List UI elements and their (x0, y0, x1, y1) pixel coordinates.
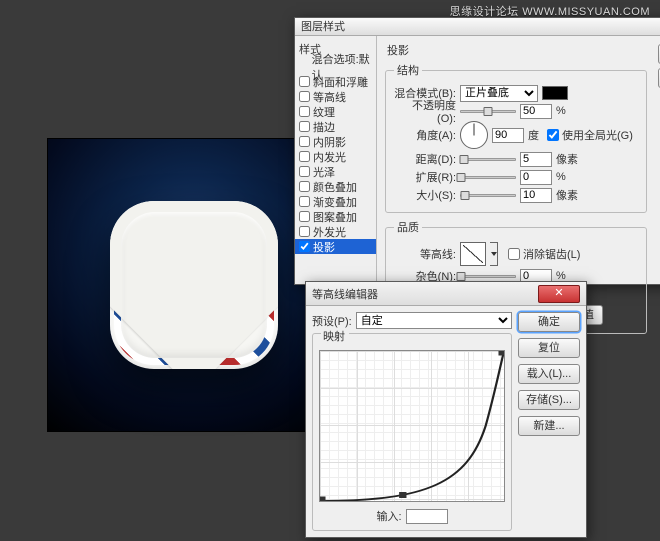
style-option-label: 投影 (313, 239, 335, 255)
style-checkbox-gradoverlay[interactable] (299, 196, 310, 207)
chevron-down-icon (491, 252, 497, 256)
style-option-label: 内发光 (313, 149, 346, 165)
contour-dropdown-button[interactable] (490, 242, 498, 266)
style-option-innerglow[interactable]: 内发光 (295, 149, 376, 164)
ok-button[interactable]: 确定 (518, 312, 580, 332)
angle-label: 角度(A): (394, 127, 456, 143)
close-button[interactable]: ✕ (538, 285, 580, 303)
page-watermark: 思缘设计论坛 WWW.MISSYUAN.COM (450, 3, 650, 19)
preset-label: 预设(P): (312, 313, 352, 329)
curve-canvas[interactable] (319, 350, 505, 502)
layer-style-title: 图层样式 (295, 18, 660, 36)
shadow-color-swatch[interactable] (542, 86, 568, 100)
opacity-label: 不透明度(O): (394, 97, 456, 125)
distance-unit: 像素 (556, 151, 578, 167)
style-option-innershadow[interactable]: 内阴影 (295, 134, 376, 149)
style-option-bevel[interactable]: 斜面和浮雕 (295, 74, 376, 89)
style-checkbox-innershadow[interactable] (299, 136, 310, 147)
angle-unit: 度 (528, 127, 539, 143)
angle-input[interactable] (492, 128, 524, 143)
mapping-group: 映射 输入: (312, 333, 512, 531)
style-option-label: 光泽 (313, 164, 335, 180)
style-option-label: 内阴影 (313, 134, 346, 150)
style-option-texture[interactable]: 纹理 (295, 104, 376, 119)
size-unit: 像素 (556, 187, 578, 203)
style-list: 样式 混合选项:默认斜面和浮雕等高线纹理描边内阴影内发光光泽颜色叠加渐变叠加图案… (295, 36, 377, 284)
contour-editor-dialog: 等高线编辑器 ✕ 预设(P): 自定 映射 (305, 281, 587, 538)
anti-alias-label: 消除锯齿(L) (523, 246, 580, 262)
curve-input-field[interactable] (406, 509, 448, 524)
preset-select[interactable]: 自定 (356, 312, 512, 329)
style-checkbox-contourFx[interactable] (299, 91, 310, 102)
style-option-patoverlay[interactable]: 图案叠加 (295, 209, 376, 224)
global-light-label: 使用全局光(G) (562, 127, 633, 143)
layer-style-main: 投影 结构 混合模式(B): 正片叠底 不透明度(O): % (377, 36, 655, 284)
style-checkbox-dropshadow[interactable] (299, 241, 310, 252)
size-label: 大小(S): (394, 187, 456, 203)
style-checkbox-innerglow[interactable] (299, 151, 310, 162)
spread-unit: % (556, 171, 566, 183)
new-button[interactable]: 新建... (518, 416, 580, 436)
layer-style-dialog: 图层样式 样式 混合选项:默认斜面和浮雕等高线纹理描边内阴影内发光光泽颜色叠加渐… (294, 17, 660, 285)
style-option-satin[interactable]: 光泽 (295, 164, 376, 179)
style-checkbox-texture[interactable] (299, 106, 310, 117)
style-option-coloroverlay[interactable]: 颜色叠加 (295, 179, 376, 194)
contour-titlebar[interactable]: 等高线编辑器 ✕ (306, 282, 586, 306)
style-option-label: 描边 (313, 119, 335, 135)
style-option-label: 斜面和浮雕 (313, 74, 368, 90)
style-checkbox-patoverlay[interactable] (299, 211, 310, 222)
style-option-blend[interactable]: 混合选项:默认 (295, 59, 376, 74)
noise-slider[interactable] (460, 275, 516, 278)
opacity-input[interactable] (520, 104, 552, 119)
quality-legend: 品质 (394, 219, 422, 235)
style-option-label: 等高线 (313, 89, 346, 105)
spread-input[interactable] (520, 170, 552, 185)
style-option-label: 外发光 (313, 224, 346, 240)
style-option-label: 渐变叠加 (313, 194, 357, 210)
style-option-dropshadow[interactable]: 投影 (295, 239, 376, 254)
blend-mode-select[interactable]: 正片叠底 (460, 85, 538, 102)
style-option-label: 纹理 (313, 104, 335, 120)
envelope-flap (110, 201, 278, 369)
global-light-checkbox[interactable]: 使用全局光(G) (547, 127, 633, 143)
distance-slider[interactable] (460, 158, 516, 161)
mapping-legend: 映射 (321, 328, 349, 344)
style-checkbox-outerglow[interactable] (299, 226, 310, 237)
curve-input-label: 输入: (376, 508, 401, 524)
spread-label: 扩展(R): (394, 169, 456, 185)
style-option-label: 颜色叠加 (313, 179, 357, 195)
contour-label: 等高线: (394, 246, 456, 262)
opacity-slider[interactable] (460, 110, 516, 113)
opacity-unit: % (556, 105, 566, 117)
style-checkbox-bevel[interactable] (299, 76, 310, 87)
style-option-outerglow[interactable]: 外发光 (295, 224, 376, 239)
angle-dial[interactable] (460, 121, 488, 149)
style-checkbox-stroke[interactable] (299, 121, 310, 132)
reset-button[interactable]: 复位 (518, 338, 580, 358)
distance-input[interactable] (520, 152, 552, 167)
style-checkbox-satin[interactable] (299, 166, 310, 177)
spread-slider[interactable] (460, 176, 516, 179)
envelope-icon (110, 201, 278, 369)
save-button[interactable]: 存储(S)... (518, 390, 580, 410)
structure-group: 结构 混合模式(B): 正片叠底 不透明度(O): % (385, 62, 647, 213)
structure-legend: 结构 (394, 62, 422, 78)
section-heading: 投影 (387, 42, 647, 58)
style-option-stroke[interactable]: 描边 (295, 119, 376, 134)
style-checkbox-coloroverlay[interactable] (299, 181, 310, 192)
anti-alias-checkbox[interactable]: 消除锯齿(L) (508, 246, 580, 262)
style-option-contourFx[interactable]: 等高线 (295, 89, 376, 104)
contour-picker[interactable] (460, 242, 486, 266)
contour-title: 等高线编辑器 (312, 286, 534, 302)
layer-style-right-buttons: 新 (655, 36, 660, 284)
distance-label: 距离(D): (394, 151, 456, 167)
style-option-label: 图案叠加 (313, 209, 357, 225)
size-slider[interactable] (460, 194, 516, 197)
load-button[interactable]: 载入(L)... (518, 364, 580, 384)
size-input[interactable] (520, 188, 552, 203)
contour-buttons: 确定 复位 载入(L)... 存储(S)... 新建... (518, 312, 580, 531)
style-option-gradoverlay[interactable]: 渐变叠加 (295, 194, 376, 209)
